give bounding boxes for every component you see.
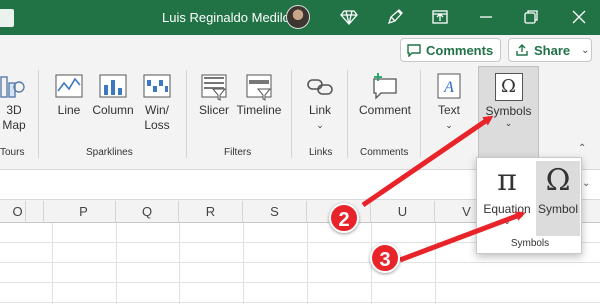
share-button-label: Share <box>534 42 571 58</box>
text-box-icon: A <box>437 73 461 99</box>
symbols-button[interactable]: Ω Symbols ⌄ <box>478 66 539 158</box>
column-sparkline-icon <box>99 74 127 98</box>
close-icon[interactable] <box>570 8 588 26</box>
column-header[interactable]: O <box>0 201 44 223</box>
grid-col-line <box>52 223 53 304</box>
avatar[interactable] <box>286 5 310 29</box>
timeline-button[interactable]: Timeline <box>234 71 284 118</box>
3d-map-button[interactable]: 3D Map <box>0 71 32 133</box>
separator <box>291 70 292 158</box>
symbol-label: Symbol <box>537 202 578 216</box>
column-header[interactable]: Q <box>116 201 179 223</box>
comment-icon <box>407 44 421 57</box>
link-label: Link <box>308 103 331 117</box>
link-icon <box>307 79 333 95</box>
comments-group-label: Comments <box>360 147 409 158</box>
omega-icon: Ω <box>545 163 571 198</box>
comments-button-label: Comments <box>426 42 494 58</box>
new-comment-button[interactable]: Comment <box>356 71 414 118</box>
timeline-icon <box>246 74 272 101</box>
new-comment-icon <box>373 73 397 100</box>
chevron-down-icon: ⌄ <box>316 120 324 130</box>
title-bar: Luis Reginaldo Medilo <box>0 0 600 35</box>
column-header[interactable]: S <box>243 201 307 223</box>
3d-map-icon <box>0 76 25 98</box>
timeline-label: Timeline <box>236 103 282 117</box>
3d-map-label-2: Map <box>2 118 26 132</box>
sparkline-line-button[interactable]: Line <box>52 71 86 118</box>
search-box-edge[interactable] <box>0 9 14 27</box>
grid-row-line <box>0 262 600 263</box>
column-header[interactable]: R <box>179 201 243 223</box>
separator <box>186 70 187 158</box>
omega-icon: Ω <box>494 73 523 101</box>
links-group-label: Links <box>309 147 333 158</box>
column-header[interactable]: U <box>371 201 435 223</box>
svg-text:A: A <box>443 79 454 96</box>
slicer-label: Slicer <box>198 103 229 117</box>
collapse-ribbon-icon[interactable]: ⌃ <box>578 143 586 154</box>
symbols-group-label: Symbols <box>510 238 550 249</box>
text-button[interactable]: A Text ⌄ <box>430 71 468 133</box>
filters-group-label: Filters <box>224 147 252 158</box>
share-button[interactable]: Share ⌄ <box>508 38 592 62</box>
grid-row-line <box>0 302 600 303</box>
symbols-label: Symbols <box>485 104 532 118</box>
win-loss-icon <box>143 74 171 98</box>
slicer-button[interactable]: Slicer <box>196 71 232 118</box>
chevron-down-icon: ⌄ <box>504 118 513 128</box>
grid-row-line <box>0 282 600 283</box>
grid-col-line <box>179 223 180 304</box>
sparkline-line-label: Line <box>57 103 81 117</box>
sparklines-group-label: Sparklines <box>86 147 133 158</box>
command-row: Comments Share ⌄ <box>0 35 600 65</box>
new-comment-label: Comment <box>358 103 411 117</box>
sparkline-winloss-button[interactable]: Win/ Loss <box>140 71 174 133</box>
tours-group-label: Tours <box>0 147 25 158</box>
equation-button[interactable]: π Equation ⌄ <box>481 158 533 226</box>
ribbon: 3D Map Tours Line Column Win/ Loss Spark… <box>0 65 600 160</box>
step-3-badge: 3 <box>370 243 400 273</box>
chevron-down-icon: ⌄ <box>445 120 453 130</box>
equation-label: Equation <box>483 202 531 216</box>
chevron-down-icon: ⌄ <box>503 216 511 226</box>
column-header[interactable]: P <box>52 201 116 223</box>
text-label: Text <box>437 103 460 117</box>
grid-col-line <box>243 223 244 304</box>
pi-icon: π <box>497 163 517 198</box>
symbol-button[interactable]: Ω Symbol <box>536 158 580 216</box>
line-sparkline-icon <box>55 74 83 98</box>
separator <box>347 70 348 158</box>
comments-button[interactable]: Comments <box>400 38 501 62</box>
grid-col-line <box>116 223 117 304</box>
slicer-icon <box>201 74 227 101</box>
link-button[interactable]: Link ⌄ <box>303 71 337 133</box>
grid-col-line <box>435 223 436 304</box>
step-2-badge: 2 <box>329 203 359 233</box>
separator <box>420 70 421 158</box>
sparkline-winloss-label-1: Win/ <box>145 103 169 117</box>
3d-map-label-1: 3D <box>6 103 22 117</box>
expand-formula-bar-icon[interactable]: ⌄ <box>582 178 590 189</box>
ribbon-display-icon[interactable] <box>431 8 449 26</box>
chevron-down-icon[interactable]: ⌄ <box>581 45 589 56</box>
symbols-dropdown: π Equation ⌄ Ω Symbol Symbols <box>476 157 582 254</box>
minimize-icon[interactable] <box>477 8 495 26</box>
grid-col-line <box>307 223 308 304</box>
restore-icon[interactable] <box>522 8 540 26</box>
sparkline-winloss-label-2: Loss <box>144 118 170 132</box>
separator <box>38 70 39 158</box>
pen-icon[interactable] <box>386 8 404 26</box>
sparkline-column-button[interactable]: Column <box>91 71 135 118</box>
share-icon <box>516 44 528 56</box>
sparkline-column-label: Column <box>92 103 134 117</box>
account-name[interactable]: Luis Reginaldo Medilo <box>162 10 290 25</box>
diamond-icon[interactable] <box>340 8 358 26</box>
